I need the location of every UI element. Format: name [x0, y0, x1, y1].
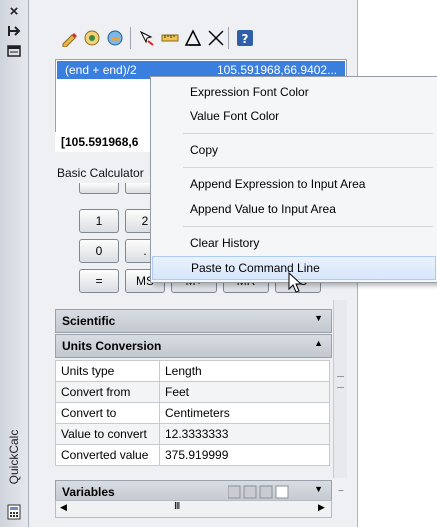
- menu-item-clear-history[interactable]: Clear History: [152, 232, 436, 254]
- scroll-right-icon[interactable]: ▶: [318, 502, 325, 513]
- calc-button-1[interactable]: 1: [79, 209, 119, 233]
- properties-icon[interactable]: [6, 44, 22, 60]
- convert-from-value[interactable]: Feet: [159, 381, 330, 403]
- table-row: Units type Length: [55, 360, 330, 382]
- calc-button-equals[interactable]: =: [79, 269, 119, 293]
- calc-button-partial[interactable]: [79, 183, 119, 194]
- table-row: Convert to Centimeters: [55, 402, 330, 424]
- svg-text:?: ?: [242, 32, 249, 46]
- converted-value-value: 375.919999: [159, 444, 330, 466]
- scroll-left-icon[interactable]: ◀: [60, 502, 67, 513]
- convert-to-value[interactable]: Centimeters: [159, 402, 330, 424]
- chevron-down-icon: ▼: [314, 313, 323, 323]
- scientific-label: Scientific: [62, 314, 116, 328]
- distance-icon[interactable]: [161, 29, 179, 47]
- units-type-label: Units type: [55, 360, 160, 382]
- history-expression: (end + end)/2: [65, 63, 137, 77]
- menu-item-expression-font-color[interactable]: Expression Font Color: [152, 81, 436, 103]
- history-value: 105.591968,66.9402...: [217, 63, 338, 77]
- units-type-value[interactable]: Length: [159, 360, 330, 382]
- angle-icon[interactable]: [184, 29, 202, 47]
- units-conversion-label: Units Conversion: [62, 339, 162, 353]
- menu-separator: [183, 167, 433, 168]
- chevron-down-icon: ▼: [314, 484, 323, 494]
- menu-item-append-value[interactable]: Append Value to Input Area: [152, 198, 436, 220]
- mouse-cursor-icon: [288, 271, 303, 297]
- scroll-thumb[interactable]: III: [174, 501, 180, 512]
- convert-to-label: Convert to: [55, 402, 160, 424]
- value-to-convert-label: Value to convert: [55, 423, 160, 445]
- horizontal-scrollbar[interactable]: ◀ III ▶: [55, 500, 332, 518]
- menu-separator: [183, 226, 433, 227]
- close-icon[interactable]: ×: [6, 4, 22, 20]
- table-row: Value to convert 12.3333333: [55, 423, 330, 445]
- scroll-down-icon[interactable]: −: [338, 486, 344, 497]
- units-conversion-table: Units type Length Convert from Feet Conv…: [55, 360, 330, 466]
- help-icon[interactable]: ?: [236, 29, 254, 47]
- palette-titlebar[interactable]: × QuickCalc: [0, 0, 29, 527]
- chevron-up-icon: ▲: [314, 338, 323, 348]
- get-coordinates-icon[interactable]: [138, 29, 156, 47]
- table-row: Convert from Feet: [55, 381, 330, 403]
- palette-title: QuickCalc: [7, 429, 21, 485]
- variables-label: Variables: [62, 485, 115, 499]
- toolbar-separator: [228, 27, 229, 49]
- value-to-convert-value[interactable]: 12.3333333: [159, 423, 330, 445]
- convert-from-label: Convert from: [55, 381, 160, 403]
- scientific-section-header[interactable]: Scientific ▼: [55, 309, 332, 333]
- menu-separator: [183, 133, 433, 134]
- menu-item-copy[interactable]: Copy: [152, 139, 436, 161]
- calculator-icon: [6, 504, 22, 520]
- intersection-icon[interactable]: [207, 29, 225, 47]
- toolbar-separator: [130, 27, 131, 49]
- clear-icon[interactable]: [60, 29, 78, 48]
- converted-value-label: Converted value: [55, 444, 160, 466]
- units-conversion-section-header[interactable]: Units Conversion ▲: [55, 334, 332, 358]
- input-value: [105.591968,6: [61, 135, 139, 149]
- context-menu: Expression Font Color Value Font Color C…: [150, 76, 437, 283]
- table-row: Converted value 375.919999: [55, 444, 330, 466]
- menu-item-append-expression[interactable]: Append Expression to Input Area: [152, 173, 436, 195]
- command-line-icon[interactable]: [106, 29, 124, 47]
- basic-calculator-label[interactable]: Basic Calculator: [57, 166, 144, 180]
- menu-item-value-font-color[interactable]: Value Font Color: [152, 105, 436, 127]
- autohide-icon[interactable]: [6, 24, 22, 40]
- vertical-scrollbar[interactable]: [333, 300, 347, 478]
- history-icon[interactable]: [83, 29, 101, 47]
- scroll-grip-icon[interactable]: [337, 376, 344, 388]
- calc-button-0[interactable]: 0: [79, 239, 119, 263]
